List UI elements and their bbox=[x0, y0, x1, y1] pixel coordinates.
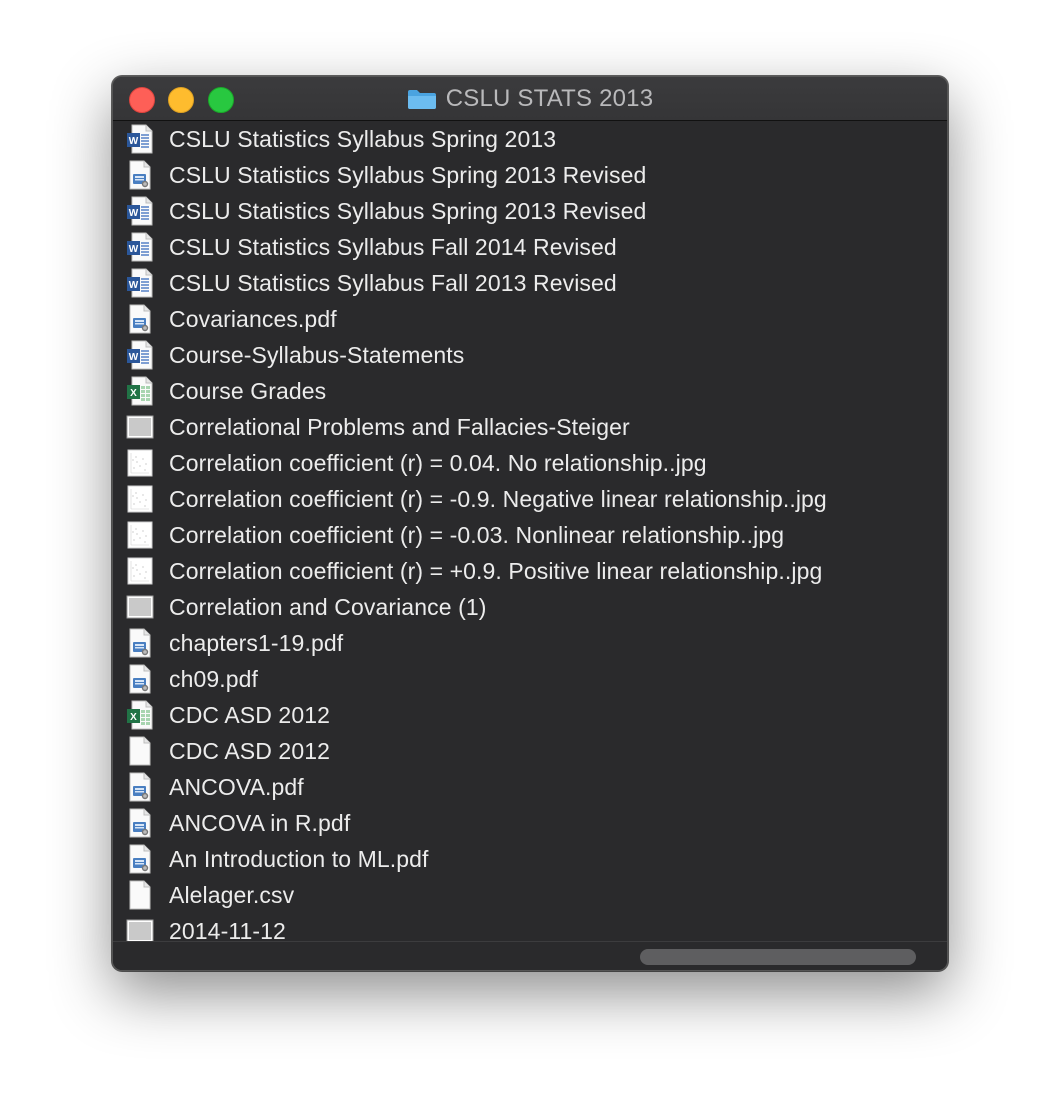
file-row[interactable]: W CSLU Statistics Syllabus Spring 2013 bbox=[113, 121, 947, 157]
file-row[interactable]: Correlation and Covariance (1) bbox=[113, 589, 947, 625]
svg-text:W: W bbox=[129, 352, 139, 363]
file-name: ANCOVA in R.pdf bbox=[169, 810, 351, 836]
word-doc-icon: W bbox=[126, 232, 154, 262]
image-thumbnail-icon bbox=[126, 448, 154, 478]
excel-doc-icon: X bbox=[126, 700, 154, 730]
pdf-doc-icon bbox=[126, 628, 154, 658]
file-name: Covariances.pdf bbox=[169, 306, 337, 332]
file-name: Alelager.csv bbox=[169, 882, 295, 908]
image-thumbnail-icon bbox=[126, 484, 154, 514]
file-name: Correlation coefficient (r) = -0.03. Non… bbox=[169, 522, 785, 548]
svg-text:X: X bbox=[130, 388, 137, 399]
file-name: CSLU Statistics Syllabus Spring 2013 Rev… bbox=[169, 162, 647, 188]
file-row[interactable]: Correlation coefficient (r) = -0.03. Non… bbox=[113, 517, 947, 553]
svg-text:W: W bbox=[129, 136, 139, 147]
window-title: CSLU STATS 2013 bbox=[445, 84, 654, 112]
presentation-icon bbox=[126, 592, 154, 622]
file-name: CSLU Statistics Syllabus Fall 2014 Revis… bbox=[169, 234, 617, 260]
file-row[interactable]: X Course Grades bbox=[113, 373, 947, 409]
scrollbar-thumb[interactable] bbox=[640, 949, 916, 965]
file-name: Course Grades bbox=[169, 378, 327, 404]
image-thumbnail-icon bbox=[126, 556, 154, 586]
file-name: 2014-11-12 bbox=[169, 918, 286, 941]
file-row[interactable]: Correlation coefficient (r) = 0.04. No r… bbox=[113, 445, 947, 481]
file-row[interactable]: X CDC ASD 2012 bbox=[113, 697, 947, 733]
file-row[interactable]: Covariances.pdf bbox=[113, 301, 947, 337]
window-title-group: CSLU STATS 2013 bbox=[113, 77, 947, 120]
file-name: CSLU Statistics Syllabus Fall 2013 Revis… bbox=[169, 270, 617, 296]
file-name: ch09.pdf bbox=[169, 666, 259, 692]
file-name: ANCOVA.pdf bbox=[169, 774, 304, 800]
svg-text:W: W bbox=[129, 244, 139, 255]
file-row[interactable]: W CSLU Statistics Syllabus Spring 2013 Re… bbox=[113, 193, 947, 229]
file-name: CSLU Statistics Syllabus Spring 2013 Rev… bbox=[169, 198, 647, 224]
word-doc-icon: W bbox=[126, 124, 154, 154]
presentation-icon bbox=[126, 916, 154, 941]
file-row[interactable]: CSLU Statistics Syllabus Spring 2013 Rev… bbox=[113, 157, 947, 193]
word-doc-icon: W bbox=[126, 196, 154, 226]
file-row[interactable]: An Introduction to ML.pdf bbox=[113, 841, 947, 877]
blank-doc-icon bbox=[126, 880, 154, 910]
file-row[interactable]: W CSLU Statistics Syllabus Fall 2013 Revi… bbox=[113, 265, 947, 301]
file-row[interactable]: Correlation coefficient (r) = -0.9. Nega… bbox=[113, 481, 947, 517]
file-name: Correlation and Covariance (1) bbox=[169, 594, 487, 620]
file-name: CSLU Statistics Syllabus Spring 2013 bbox=[169, 126, 557, 152]
blank-doc-icon bbox=[126, 736, 154, 766]
presentation-icon bbox=[126, 412, 154, 442]
horizontal-scrollbar[interactable] bbox=[113, 941, 947, 970]
pdf-doc-icon bbox=[126, 772, 154, 802]
file-row[interactable]: Correlational Problems and Fallacies-Ste… bbox=[113, 409, 947, 445]
file-name: Course-Syllabus-Statements bbox=[169, 342, 465, 368]
file-name: An Introduction to ML.pdf bbox=[169, 846, 429, 872]
file-row[interactable]: W Course-Syllabus-Statements bbox=[113, 337, 947, 373]
file-name: CDC ASD 2012 bbox=[169, 738, 330, 764]
file-name: Correlation coefficient (r) = -0.9. Nega… bbox=[169, 486, 827, 512]
title-bar[interactable]: CSLU STATS 2013 bbox=[113, 77, 947, 121]
word-doc-icon: W bbox=[126, 340, 154, 370]
svg-text:W: W bbox=[129, 280, 139, 291]
pdf-doc-icon bbox=[126, 160, 154, 190]
file-row[interactable]: ANCOVA in R.pdf bbox=[113, 805, 947, 841]
file-row[interactable]: Alelager.csv bbox=[113, 877, 947, 913]
file-row[interactable]: ANCOVA.pdf bbox=[113, 769, 947, 805]
file-name: Correlation coefficient (r) = +0.9. Posi… bbox=[169, 558, 823, 584]
word-doc-icon: W bbox=[126, 268, 154, 298]
pdf-doc-icon bbox=[126, 304, 154, 334]
file-list[interactable]: W CSLU Statistics Syllabus Spring 2013 CSL… bbox=[113, 121, 947, 941]
folder-icon bbox=[407, 88, 437, 110]
svg-text:X: X bbox=[130, 712, 137, 723]
file-row[interactable]: W CSLU Statistics Syllabus Fall 2014 Revi… bbox=[113, 229, 947, 265]
file-row[interactable]: CDC ASD 2012 bbox=[113, 733, 947, 769]
file-row[interactable]: Correlation coefficient (r) = +0.9. Posi… bbox=[113, 553, 947, 589]
pdf-doc-icon bbox=[126, 808, 154, 838]
finder-window: CSLU STATS 2013 W CSLU Statistics Syllabu… bbox=[112, 76, 948, 971]
image-thumbnail-icon bbox=[126, 520, 154, 550]
pdf-doc-icon bbox=[126, 844, 154, 874]
file-name: chapters1-19.pdf bbox=[169, 630, 344, 656]
excel-doc-icon: X bbox=[126, 376, 154, 406]
file-name: CDC ASD 2012 bbox=[169, 702, 330, 728]
pdf-doc-icon bbox=[126, 664, 154, 694]
file-row[interactable]: chapters1-19.pdf bbox=[113, 625, 947, 661]
file-row[interactable]: ch09.pdf bbox=[113, 661, 947, 697]
svg-text:W: W bbox=[129, 208, 139, 219]
file-row[interactable]: 2014-11-12 bbox=[113, 913, 947, 941]
file-name: Correlation coefficient (r) = 0.04. No r… bbox=[169, 450, 707, 476]
file-name: Correlational Problems and Fallacies-Ste… bbox=[169, 414, 630, 440]
